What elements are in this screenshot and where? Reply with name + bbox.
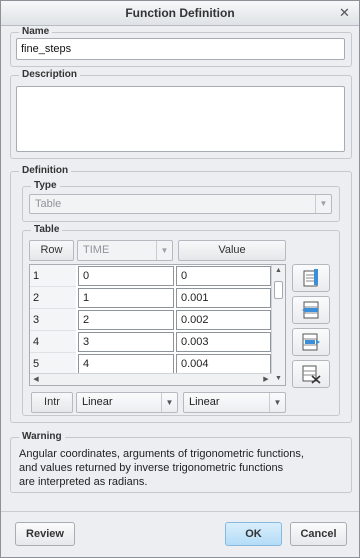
warning-group-label: Warning [19, 431, 65, 443]
time-column-value: TIME [83, 244, 110, 256]
table-row: 3 2 0.002 [30, 309, 271, 331]
time-cell[interactable]: 0 [78, 266, 174, 286]
table-row: 5 4 0.004 [30, 353, 271, 375]
insert-row-below-icon [302, 333, 320, 351]
value-cell[interactable]: 0.004 [176, 354, 271, 374]
table-row: 1 0 0 [30, 265, 271, 287]
time-column-select[interactable]: TIME ▼ [77, 240, 173, 261]
interpolation-button[interactable]: Intr [31, 392, 73, 413]
row-number: 3 [30, 309, 76, 331]
description-group-label: Description [19, 69, 81, 81]
type-group-label: Type [31, 180, 60, 192]
import-table-icon [303, 269, 318, 287]
row-number: 5 [30, 353, 76, 375]
row-number: 1 [30, 265, 76, 287]
definition-group-label: Definition [19, 165, 72, 177]
insert-row-below-button[interactable] [292, 328, 330, 356]
insert-row-above-button[interactable] [292, 296, 330, 324]
delete-row-icon [302, 365, 321, 384]
delete-row-button[interactable] [292, 360, 330, 388]
table-group-label: Table [31, 224, 63, 236]
warning-line: Angular coordinates, arguments of trigon… [19, 448, 304, 460]
time-cell[interactable]: 4 [78, 354, 174, 374]
value-interpolation-value: Linear [189, 396, 220, 408]
function-definition-dialog: Function Definition ✕ Name fine_steps De… [0, 0, 360, 558]
review-button[interactable]: Review [15, 522, 75, 546]
type-select[interactable]: Table ▼ [29, 194, 332, 214]
chevron-down-icon: ▼ [315, 195, 331, 213]
value-header-button[interactable]: Value [178, 240, 286, 261]
table-row: 2 1 0.001 [30, 287, 271, 309]
value-interpolation-select[interactable]: Linear ▼ [183, 392, 286, 413]
time-cell[interactable]: 2 [78, 310, 174, 330]
table-vertical-scrollbar[interactable]: ▲ ▼ [271, 265, 285, 385]
import-table-button[interactable] [292, 264, 330, 292]
scroll-down-icon[interactable]: ▼ [272, 373, 285, 385]
type-select-value: Table [35, 198, 62, 210]
row-number: 4 [30, 331, 76, 353]
warning-line: are interpreted as radians. [19, 476, 148, 488]
value-cell[interactable]: 0.002 [176, 310, 271, 330]
scroll-thumb[interactable] [274, 281, 283, 299]
time-interpolation-select[interactable]: Linear ▼ [76, 392, 178, 413]
warning-line: and values returned by inverse trigonome… [19, 462, 284, 474]
value-cell[interactable]: 0 [176, 266, 271, 286]
time-cell[interactable]: 1 [78, 288, 174, 308]
name-input[interactable]: fine_steps [16, 38, 345, 60]
scroll-up-icon[interactable]: ▲ [272, 265, 285, 277]
chevron-down-icon: ▼ [269, 393, 285, 412]
close-icon[interactable]: ✕ [339, 6, 353, 20]
value-cell[interactable]: 0.003 [176, 332, 271, 352]
cancel-button[interactable]: Cancel [290, 522, 347, 546]
chevron-down-icon: ▼ [156, 241, 172, 260]
row-header-button[interactable]: Row [29, 240, 74, 261]
value-cell[interactable]: 0.001 [176, 288, 271, 308]
chevron-down-icon: ▼ [161, 393, 177, 412]
table-horizontal-scrollbar[interactable]: ◀ ▶ [30, 373, 272, 385]
name-group-label: Name [19, 26, 53, 38]
time-cell[interactable]: 3 [78, 332, 174, 352]
dialog-title: Function Definition [1, 1, 359, 26]
insert-row-above-icon [302, 301, 319, 319]
footer-separator [1, 511, 359, 512]
description-textarea[interactable] [16, 86, 345, 152]
scroll-right-icon[interactable]: ▶ [260, 374, 272, 385]
row-number: 2 [30, 287, 76, 309]
ok-button[interactable]: OK [225, 522, 282, 546]
table-row: 4 3 0.003 [30, 331, 271, 353]
scroll-left-icon[interactable]: ◀ [30, 374, 42, 385]
time-interpolation-value: Linear [82, 396, 113, 408]
warning-message: Angular coordinates, arguments of trigon… [19, 447, 349, 489]
function-data-table: 1 0 0 2 1 0.001 3 2 0.002 4 3 0.003 5 4 … [29, 264, 286, 386]
